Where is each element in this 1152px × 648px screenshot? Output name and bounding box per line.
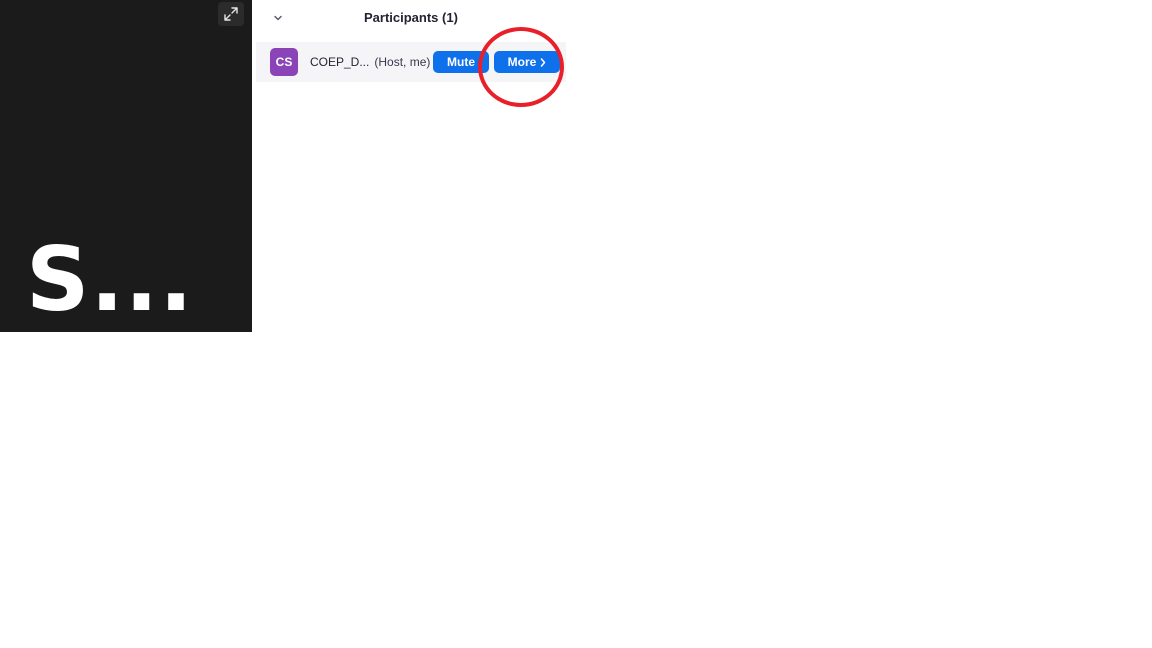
chevron-down-icon[interactable] bbox=[270, 10, 286, 26]
participants-panel: Participants (1) CS COEP_D... (Host, me)… bbox=[252, 0, 582, 332]
participant-display-name: S... bbox=[26, 228, 194, 331]
participant-row[interactable]: CS COEP_D... (Host, me) Mute More bbox=[256, 42, 566, 82]
panel-title: Participants (1) bbox=[364, 10, 458, 25]
mute-button[interactable]: Mute bbox=[433, 51, 489, 73]
more-button[interactable]: More bbox=[494, 51, 560, 73]
participant-role: (Host, me) bbox=[374, 55, 431, 69]
expand-button[interactable] bbox=[218, 2, 244, 26]
video-tile: S... bbox=[0, 0, 252, 332]
expand-icon bbox=[224, 7, 238, 21]
participant-name: COEP_D... bbox=[310, 55, 370, 69]
more-button-label: More bbox=[507, 55, 537, 69]
avatar: CS bbox=[270, 48, 298, 76]
chevron-right-icon bbox=[540, 57, 546, 67]
participants-header: Participants (1) bbox=[252, 0, 582, 36]
